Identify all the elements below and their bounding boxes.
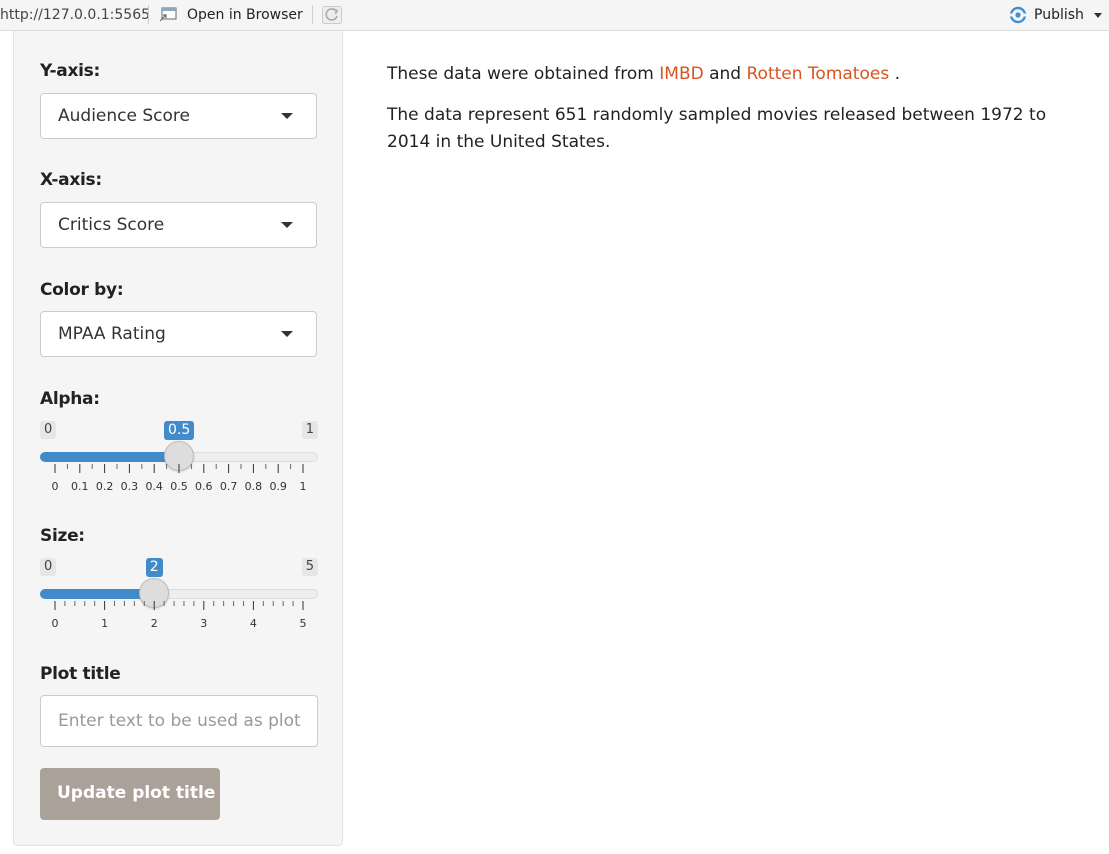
open-in-browser-icon[interactable] bbox=[159, 7, 177, 22]
imdb-link[interactable]: IMBD bbox=[659, 64, 703, 84]
slider-tick-label: 0.4 bbox=[145, 480, 163, 493]
viewer-toolbar: http://127.0.0.1:5565 Open in Browser Pu… bbox=[0, 0, 1109, 31]
slider-tick-label: 0.1 bbox=[71, 480, 89, 493]
y-axis-value: Audience Score bbox=[58, 106, 190, 126]
slider-min-label: 0 bbox=[40, 558, 57, 576]
y-axis-label: Y-axis: bbox=[40, 61, 100, 81]
slider-ticks bbox=[54, 601, 304, 610]
slider-current-value: 2 bbox=[145, 558, 163, 577]
slider-current-value: 0.5 bbox=[164, 421, 195, 440]
x-axis-select[interactable]: Critics Score bbox=[40, 202, 317, 248]
slider-max-label: 1 bbox=[301, 421, 318, 439]
alpha-label: Alpha: bbox=[40, 389, 100, 409]
main-panel: These data were obtained from IMBD and R… bbox=[387, 61, 1077, 170]
source-paragraph: These data were obtained from IMBD and R… bbox=[387, 61, 1077, 88]
chevron-down-icon bbox=[281, 113, 293, 119]
open-in-browser-button[interactable]: Open in Browser bbox=[187, 7, 303, 23]
slider-tick-label: 0.7 bbox=[219, 480, 238, 493]
slider-tick-label: 4 bbox=[249, 617, 257, 630]
color-by-value: MPAA Rating bbox=[58, 324, 166, 344]
refresh-icon[interactable] bbox=[322, 6, 342, 24]
slider-tick-label: 0.8 bbox=[244, 480, 263, 493]
source-text: These data were obtained from bbox=[387, 64, 660, 84]
slider-tick-label: 0.2 bbox=[95, 480, 114, 493]
x-axis-value: Critics Score bbox=[58, 215, 165, 235]
publish-icon[interactable] bbox=[1007, 5, 1029, 25]
slider-tick-label: 1 bbox=[299, 480, 307, 493]
x-axis-label: X-axis: bbox=[40, 170, 102, 190]
slider-tick-label: 0.5 bbox=[170, 480, 188, 493]
slider-fill bbox=[40, 589, 155, 599]
size-slider[interactable]: 0 5 2 0 1 2 3 4 5 bbox=[40, 558, 318, 638]
publish-menu-caret-icon[interactable] bbox=[1094, 13, 1102, 18]
slider-fill bbox=[40, 452, 179, 462]
slider-max-label: 5 bbox=[301, 558, 318, 576]
plot-title-placeholder: Enter text to be used as plot title bbox=[58, 711, 304, 731]
size-label: Size: bbox=[40, 526, 85, 546]
y-axis-select[interactable]: Audience Score bbox=[40, 93, 317, 139]
source-text: . bbox=[889, 64, 900, 84]
color-by-select[interactable]: MPAA Rating bbox=[40, 311, 317, 357]
publish-button[interactable]: Publish bbox=[1034, 7, 1084, 23]
slider-tick-label: 0 bbox=[51, 480, 59, 493]
rotten-tomatoes-link[interactable]: Rotten Tomatoes bbox=[747, 64, 890, 84]
alpha-slider[interactable]: 0 1 0.5 0 0.1 0.2 0.3 0.4 0.5 0.6 0.7 0.8 0.9 1 bbox=[40, 421, 318, 501]
slider-tick-label: 5 bbox=[299, 617, 307, 630]
chevron-down-icon bbox=[281, 222, 293, 228]
update-plot-title-button[interactable]: Update plot title bbox=[40, 768, 220, 820]
toolbar-divider bbox=[148, 5, 149, 24]
slider-min-label: 0 bbox=[40, 421, 57, 439]
plot-title-input[interactable]: Enter text to be used as plot title bbox=[40, 695, 318, 747]
plot-title-label: Plot title bbox=[40, 664, 121, 684]
description-paragraph: The data represent 651 randomly sampled … bbox=[387, 105, 1047, 152]
slider-tick-label: 3 bbox=[200, 617, 208, 630]
slider-tick-label: 1 bbox=[101, 617, 109, 630]
chevron-down-icon bbox=[281, 331, 293, 337]
toolbar-divider bbox=[312, 5, 313, 24]
color-by-label: Color by: bbox=[40, 280, 124, 300]
slider-tick-label: 2 bbox=[150, 617, 158, 630]
slider-ticks bbox=[54, 464, 304, 473]
slider-tick-label: 0.3 bbox=[120, 480, 139, 493]
source-text: and bbox=[703, 64, 747, 84]
slider-tick-label: 0 bbox=[51, 617, 59, 630]
slider-tick-label: 0.9 bbox=[269, 480, 287, 493]
update-plot-title-label: Update plot title bbox=[57, 783, 216, 803]
url-text: http://127.0.0.1:5565 bbox=[0, 7, 151, 23]
slider-tick-label: 0.6 bbox=[195, 480, 213, 493]
